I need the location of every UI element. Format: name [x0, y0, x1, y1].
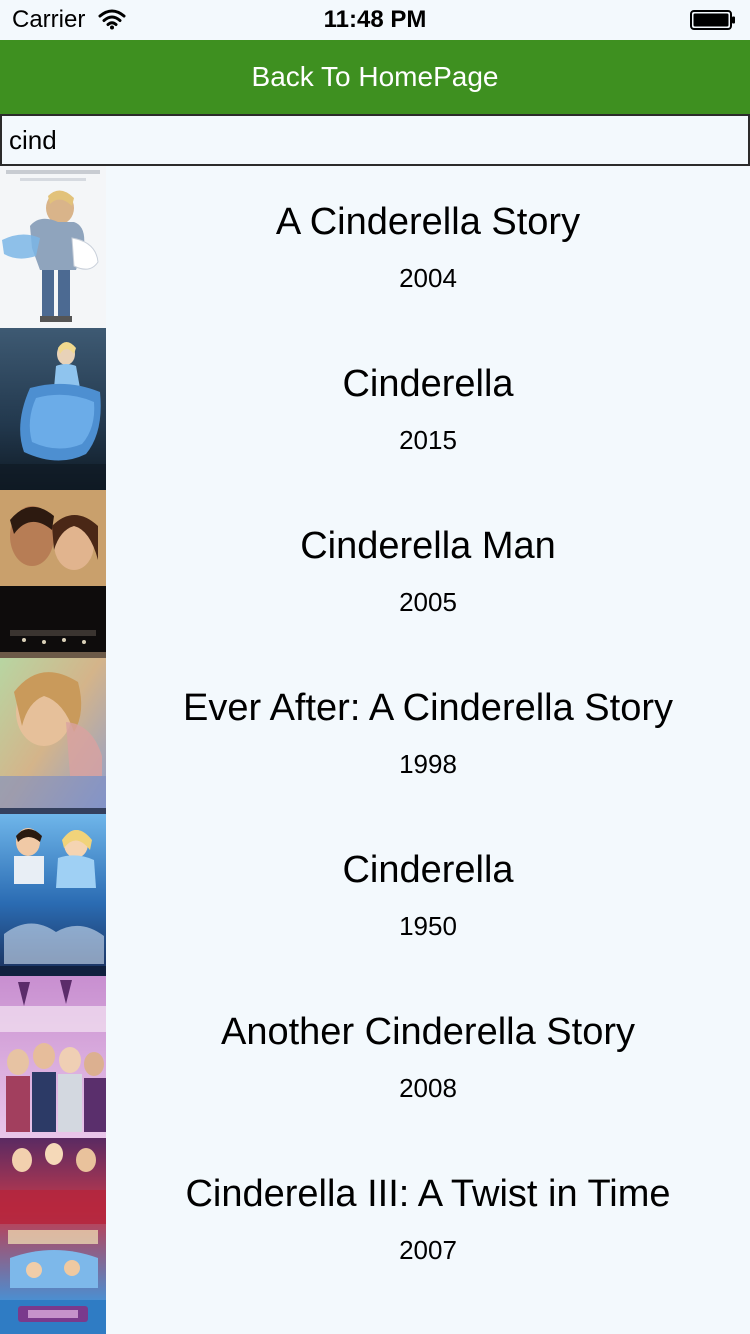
- list-item[interactable]: Cinderella III: A Twist in Time 2007: [0, 1138, 750, 1300]
- movie-poster: [0, 166, 106, 328]
- movie-title: Cinderella: [342, 849, 514, 891]
- battery-icon: [690, 10, 736, 30]
- list-item[interactable]: Another Cinderella Story 2008: [0, 976, 750, 1138]
- movie-poster: [0, 1300, 106, 1334]
- search-input[interactable]: [2, 116, 748, 164]
- list-item[interactable]: Cinderella 1950: [0, 814, 750, 976]
- movie-title: Ever After: A Cinderella Story: [182, 687, 673, 729]
- movie-title: Cinderella III: A Twist in Time: [185, 1173, 671, 1215]
- movie-title: Cinderella: [342, 363, 514, 405]
- movie-title: A Cinderella Story: [275, 201, 581, 243]
- list-item[interactable]: Cinderella Man 2005: [0, 490, 750, 652]
- results-list[interactable]: A Cinderella Story 2004 Cinderella 2015 …: [0, 166, 750, 1334]
- status-bar: Carrier 11:48 PM: [0, 0, 750, 40]
- movie-year: 2007: [399, 1235, 457, 1265]
- movie-title: Cinderella Man: [300, 525, 556, 567]
- movie-year: 2004: [399, 263, 457, 293]
- nav-bar: Back To HomePage: [0, 40, 750, 114]
- clock-time: 11:48 PM: [323, 6, 427, 33]
- movie-poster: [0, 490, 106, 652]
- movie-year: 2015: [399, 425, 457, 455]
- list-item[interactable]: A Cinderella Story 2004: [0, 166, 750, 328]
- movie-year: 1998: [399, 749, 457, 779]
- movie-year: 1950: [399, 911, 457, 941]
- list-item[interactable]: Cinderella 2015: [0, 328, 750, 490]
- movie-year: 2008: [399, 1073, 457, 1103]
- movie-poster: [0, 814, 106, 976]
- movie-poster: [0, 976, 106, 1138]
- movie-title: Another Cinderella Story: [221, 1011, 635, 1053]
- list-item[interactable]: Ever After: A Cinderella Story 1998: [0, 652, 750, 814]
- movie-poster: [0, 652, 106, 814]
- movie-poster: [0, 1138, 106, 1300]
- back-to-homepage-button[interactable]: Back To HomePage: [0, 40, 750, 114]
- movie-year: 2005: [399, 587, 457, 617]
- movie-poster: [0, 328, 106, 490]
- search-box: [0, 114, 750, 166]
